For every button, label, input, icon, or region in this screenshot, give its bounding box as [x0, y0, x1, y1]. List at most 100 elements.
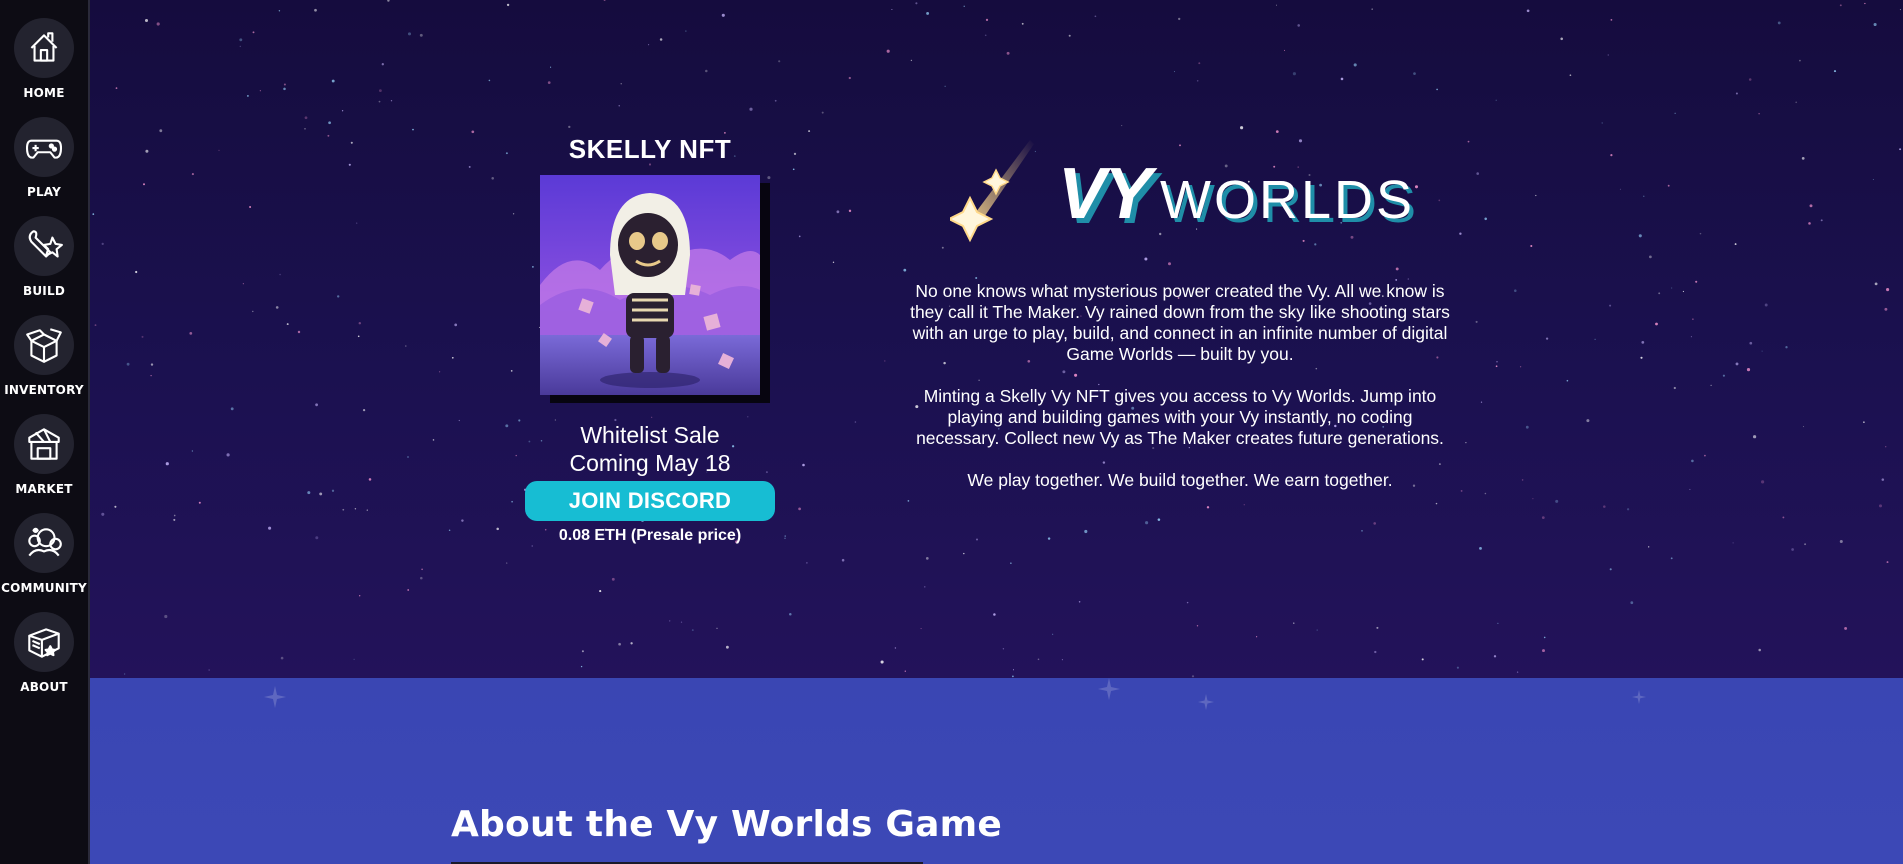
- star-dot: [348, 163, 351, 166]
- star-dot: [880, 660, 884, 664]
- star-dot: [314, 8, 317, 12]
- star-dot: [1052, 633, 1054, 635]
- star-dot: [1610, 154, 1613, 157]
- star-dot: [1413, 72, 1416, 75]
- star-dot: [1886, 561, 1889, 564]
- logo-worlds-text: WORLDS: [1160, 170, 1416, 230]
- star-dot: [941, 246, 944, 249]
- star-dot: [230, 407, 234, 411]
- star-dot: [252, 310, 254, 313]
- star-dot: [439, 371, 441, 373]
- star-dot: [307, 491, 311, 495]
- star-dot: [1603, 505, 1606, 508]
- star-dot: [1640, 356, 1643, 359]
- star-dot: [1691, 459, 1694, 463]
- star-dot: [315, 536, 319, 540]
- star-dot: [218, 149, 220, 152]
- hero-section: SKELLY NFT Whitelist Sale Coming May 18 …: [90, 0, 1903, 678]
- sidebar-item-inventory[interactable]: INVENTORY: [0, 315, 88, 397]
- star-dot: [1340, 77, 1344, 81]
- intro-paragraph: No one knows what mysterious power creat…: [910, 281, 1450, 364]
- sidebar-item-home[interactable]: HOME: [0, 18, 88, 100]
- star-dot: [774, 99, 777, 102]
- star-dot: [1021, 22, 1024, 25]
- star-dot: [1465, 441, 1467, 444]
- star-dot: [491, 177, 494, 180]
- star-dot: [1121, 125, 1123, 127]
- star-dot: [1699, 232, 1702, 235]
- star-dot: [471, 130, 475, 134]
- star-dot: [1543, 636, 1546, 639]
- star-dot: [1186, 601, 1189, 604]
- star-dot: [156, 22, 160, 26]
- star-dot: [976, 538, 978, 541]
- star-dot: [1283, 49, 1286, 51]
- star-dot: [789, 613, 792, 616]
- star-dot: [944, 85, 946, 87]
- sidebar-item-about[interactable]: ABOUT: [0, 612, 88, 694]
- star-dot: [1316, 629, 1318, 631]
- star-dot: [1626, 508, 1630, 511]
- star-dot: [1885, 446, 1887, 448]
- sidebar-item-play[interactable]: PLAY: [0, 117, 88, 199]
- star-dot: [368, 478, 372, 481]
- star-dot: [115, 87, 118, 89]
- star-dot: [1196, 80, 1199, 82]
- star-dot: [1047, 537, 1051, 540]
- star-dot: [924, 586, 926, 588]
- star-dot: [1012, 669, 1015, 671]
- sidebar-item-market[interactable]: MARKET: [0, 414, 88, 496]
- star-dot: [279, 273, 281, 276]
- star-dot: [512, 213, 515, 215]
- star-dot: [1012, 675, 1014, 678]
- star-dot: [173, 518, 176, 521]
- star-dot: [283, 87, 286, 91]
- star-dot: [101, 512, 105, 516]
- sidebar-item-community[interactable]: COMMUNITY: [0, 513, 88, 595]
- star-dot: [412, 128, 414, 131]
- sidebar-item-build[interactable]: BUILD: [0, 216, 88, 298]
- star-dot: [1795, 101, 1798, 104]
- star-dot: [1764, 303, 1768, 307]
- market-stall-icon: [14, 414, 74, 474]
- box-icon: [14, 315, 74, 375]
- star-dot: [668, 620, 671, 622]
- star-dot: [806, 562, 808, 564]
- star-dot: [725, 645, 729, 649]
- star-dot: [189, 332, 193, 335]
- star-dot: [1610, 19, 1613, 21]
- star-dot: [915, 2, 918, 5]
- star-dot: [784, 537, 786, 540]
- sparkle-icon: [1632, 690, 1646, 704]
- star-dot: [904, 670, 906, 672]
- star-dot: [278, 10, 281, 12]
- sidebar-item-label: COMMUNITY: [1, 581, 87, 595]
- star-dot: [531, 545, 533, 547]
- star-dot: [802, 463, 805, 467]
- star-dot: [685, 30, 687, 32]
- star-dot: [1785, 346, 1788, 349]
- star-dot: [568, 125, 571, 129]
- star-dot: [1689, 488, 1691, 490]
- star-dot: [1373, 522, 1377, 525]
- star-dot: [407, 32, 412, 36]
- star-dot: [331, 489, 335, 492]
- star-dot: [618, 642, 621, 646]
- star-dot: [1839, 4, 1842, 7]
- star-dot: [1526, 9, 1530, 13]
- star-dot: [1761, 350, 1763, 352]
- star-dot: [1643, 195, 1645, 197]
- star-dot: [381, 63, 384, 66]
- star-dot: [173, 514, 176, 517]
- star-dot: [135, 270, 138, 274]
- star-dot: [488, 79, 491, 82]
- star-dot: [283, 83, 286, 86]
- star-dot: [268, 526, 272, 530]
- star-dot: [1198, 62, 1201, 65]
- nft-title: SKELLY NFT: [568, 134, 732, 164]
- join-discord-button[interactable]: JOIN DISCORD: [525, 481, 775, 521]
- star-dot: [1361, 530, 1363, 532]
- star-dot: [356, 222, 358, 224]
- star-dot: [1566, 379, 1569, 382]
- shooting-star-icon: [950, 140, 1034, 243]
